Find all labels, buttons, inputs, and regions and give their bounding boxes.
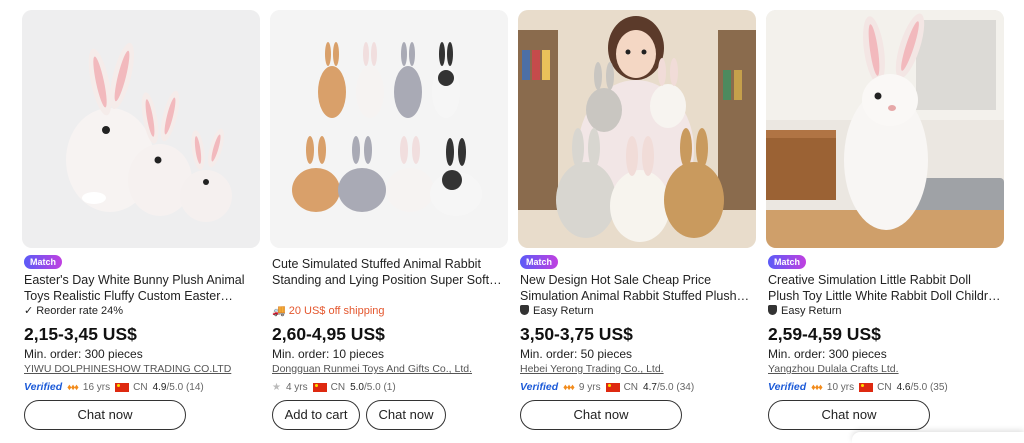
product-price: 3,50-3,75 US$ [520, 324, 633, 344]
supplier-meta: Verified ♦♦♦ 10 yrs CN 4.6/5.0 (35) [768, 380, 948, 394]
product-price: 2,59-4,59 US$ [768, 324, 881, 344]
shield-icon [520, 305, 529, 315]
product-image[interactable] [22, 10, 260, 248]
china-flag-icon [859, 382, 874, 392]
china-flag-icon [605, 382, 620, 392]
chat-now-button[interactable]: Chat now [366, 400, 446, 430]
verified-badge: Verified [768, 381, 807, 393]
product-title[interactable]: Cute Simulated Stuffed Animal Rabbit Sta… [272, 256, 508, 288]
chat-now-button[interactable]: Chat now [520, 400, 682, 430]
supplier-link[interactable]: YIWU DOLPHINESHOW TRADING CO.LTD [24, 363, 231, 375]
min-order: Min. order: 10 pieces [272, 347, 385, 361]
china-flag-icon [312, 382, 327, 392]
min-order: Min. order: 50 pieces [520, 347, 633, 361]
bunny-photo [766, 10, 1004, 248]
rating-suffix: /5.0 (34) [656, 381, 695, 393]
match-badge: Match [768, 255, 807, 269]
supplier-link[interactable]: Dongguan Runmei Toys And Gifts Co., Ltd. [272, 363, 472, 375]
supplier-country: CN [330, 381, 346, 393]
supplier-link[interactable]: Hebei Yerong Trading Co., Ltd. [520, 363, 664, 375]
add-to-cart-button[interactable]: Add to cart [272, 400, 360, 430]
truck-icon: 🚚 [272, 305, 286, 317]
bunny-photo [22, 10, 260, 248]
product-image[interactable] [766, 10, 1004, 248]
min-order: Min. order: 300 pieces [768, 347, 887, 361]
rating-value: 4.7 [643, 381, 657, 393]
product-price: 2,60-4,95 US$ [272, 324, 385, 344]
product-card[interactable]: Match New Design Hot Sale Cheap Price Si… [518, 10, 756, 443]
bunny-photo [518, 10, 756, 248]
product-image[interactable] [270, 10, 508, 248]
product-card[interactable]: Cute Simulated Stuffed Animal Rabbit Sta… [270, 10, 508, 443]
rating-suffix: /5.0 (14) [166, 381, 204, 393]
shield-icon [768, 305, 777, 315]
rating-value: 5.0 [350, 381, 364, 393]
min-order: Min. order: 300 pieces [24, 347, 143, 361]
product-image[interactable] [518, 10, 756, 248]
rating-value: 4.6 [896, 381, 911, 393]
product-card[interactable]: Match Easter's Day White Bunny Plush Ani… [22, 10, 260, 443]
supplier-level-icon: ♦♦♦ [67, 382, 79, 392]
supplier-link[interactable]: Yangzhou Dulala Crafts Ltd. [768, 363, 899, 375]
reorder-rate: ✓ Reorder rate 24% [24, 305, 124, 317]
supplier-meta: Verified ♦♦♦ 9 yrs CN 4.7/5.0 (34) [520, 380, 694, 394]
product-card[interactable]: Match Creative Simulation Little Rabbit … [766, 10, 1004, 443]
supplier-level-icon: ★ [272, 381, 281, 393]
shipping-discount: 🚚 20 US$ off shipping [272, 305, 385, 317]
product-price: 2,15-3,45 US$ [24, 324, 137, 344]
verified-badge: Verified [24, 381, 63, 393]
product-grid: Match Easter's Day White Bunny Plush Ani… [22, 10, 1012, 443]
product-title[interactable]: Easter's Day White Bunny Plush Animal To… [24, 272, 260, 304]
rating-suffix: /5.0 (1) [364, 381, 396, 393]
rating-value: 4.9 [152, 381, 167, 393]
supplier-years: 16 yrs [82, 381, 111, 393]
verified-badge: Verified [520, 381, 559, 393]
supplier-meta: Verified ♦♦♦ 16 yrs CN 4.9/5.0 (14) [24, 380, 204, 394]
product-title[interactable]: Creative Simulation Little Rabbit Doll P… [768, 272, 1004, 304]
supplier-country: CN [623, 381, 639, 393]
product-title[interactable]: New Design Hot Sale Cheap Price Simulati… [520, 272, 756, 304]
chat-now-button[interactable]: Chat now [24, 400, 186, 430]
supplier-level-icon: ♦♦♦ [811, 382, 823, 392]
supplier-years: 4 yrs [285, 381, 308, 393]
match-badge: Match [520, 255, 559, 269]
match-badge: Match [24, 255, 63, 269]
floating-panel-edge [852, 432, 1024, 443]
rating-suffix: /5.0 (35) [910, 381, 948, 393]
supplier-country: CN [877, 381, 892, 393]
bunny-photo [270, 10, 508, 248]
check-icon: ✓ [24, 305, 34, 317]
chat-now-button[interactable]: Chat now [768, 400, 930, 430]
supplier-meta: ★ 4 yrs CN 5.0/5.0 (1) [272, 380, 396, 394]
easy-return: Easy Return [520, 304, 594, 318]
supplier-level-icon: ♦♦♦ [563, 382, 575, 392]
supplier-years: 10 yrs [826, 381, 855, 393]
china-flag-icon [115, 382, 130, 392]
supplier-country: CN [133, 381, 148, 393]
supplier-years: 9 yrs [578, 381, 601, 393]
easy-return: Easy Return [768, 304, 842, 318]
